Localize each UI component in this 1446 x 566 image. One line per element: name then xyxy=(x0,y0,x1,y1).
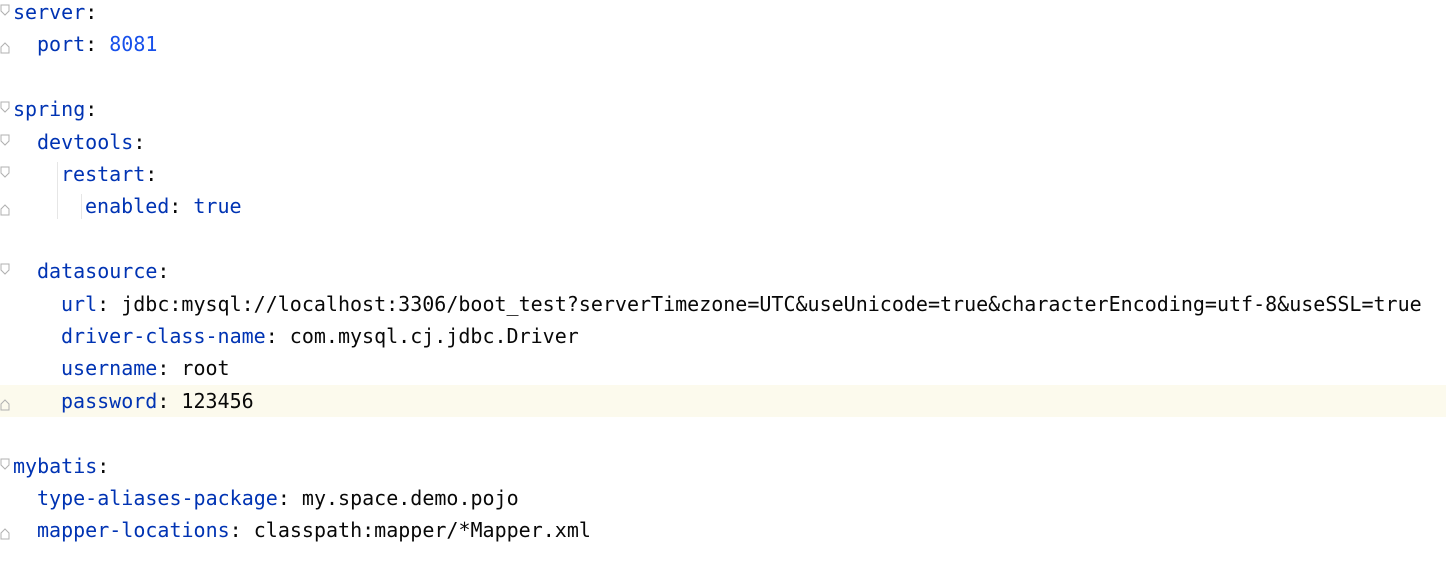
yaml-key: password xyxy=(61,388,158,413)
yaml-colon: : xyxy=(133,129,146,154)
yaml-key: url xyxy=(61,291,98,316)
yaml-key: mybatis xyxy=(13,453,98,478)
code-text: url: jdbc:mysql://localhost:3306/boot_te… xyxy=(61,288,1422,320)
code-line[interactable]: server: xyxy=(0,0,1446,28)
fold-start-icon[interactable] xyxy=(0,101,10,113)
code-text: password: 123456 xyxy=(61,385,254,417)
yaml-value: jdbc:mysql://localhost:3306/boot_test?se… xyxy=(121,291,1422,316)
yaml-key: driver-class-name xyxy=(61,324,266,348)
yaml-value: 8081 xyxy=(109,32,158,57)
yaml-colon: : xyxy=(85,32,98,57)
yaml-key: username xyxy=(61,356,158,381)
yaml-code-editor[interactable]: server: port: 8081 spring: devtools: restart… xyxy=(0,0,1446,566)
code-text: restart: xyxy=(61,158,157,190)
current-line[interactable]: password: 123456 xyxy=(0,384,1446,417)
code-text: enabled: true xyxy=(85,190,242,222)
code-text: port: 8081 xyxy=(37,28,157,60)
code-text: devtools: xyxy=(37,126,145,158)
yaml-colon: : xyxy=(265,324,278,348)
yaml-key: port xyxy=(37,32,86,57)
yaml-key: datasource xyxy=(37,259,158,284)
yaml-key: server xyxy=(13,0,86,24)
code-line[interactable] xyxy=(0,417,1446,449)
code-line[interactable]: devtools: xyxy=(0,126,1446,158)
code-text: server: xyxy=(13,0,97,28)
yaml-colon: : xyxy=(85,0,98,24)
yaml-colon: : xyxy=(97,453,110,478)
yaml-key: devtools xyxy=(37,129,134,154)
yaml-colon: : xyxy=(157,356,170,381)
yaml-value: com.mysql.cj.jdbc.Driver xyxy=(289,324,579,348)
yaml-value: root xyxy=(181,356,230,381)
code-line[interactable] xyxy=(0,61,1446,93)
fold-start-icon[interactable] xyxy=(0,4,10,16)
code-line[interactable]: driver-class-name: com.mysql.cj.jdbc.Dri… xyxy=(0,320,1446,352)
fold-start-icon[interactable] xyxy=(0,166,10,178)
code-text: mapper-locations: classpath:mapper/*Mapp… xyxy=(37,514,591,546)
indent-guide xyxy=(81,194,82,219)
code-line[interactable]: datasource: xyxy=(0,255,1446,287)
yaml-colon: : xyxy=(169,194,182,219)
code-text: mybatis: xyxy=(13,450,109,482)
code-line[interactable] xyxy=(0,223,1446,255)
yaml-value: 123456 xyxy=(181,388,254,413)
code-text: datasource: xyxy=(37,255,169,287)
code-line[interactable]: enabled: true xyxy=(0,190,1446,222)
fold-start-icon[interactable] xyxy=(0,458,10,470)
code-line[interactable]: url: jdbc:mysql://localhost:3306/boot_te… xyxy=(0,288,1446,320)
fold-end-icon[interactable] xyxy=(0,528,10,540)
code-line[interactable]: mybatis: xyxy=(0,450,1446,482)
code-line[interactable]: restart: xyxy=(0,158,1446,190)
fold-start-icon[interactable] xyxy=(0,134,10,146)
yaml-key: mapper-locations xyxy=(37,518,230,543)
yaml-colon: : xyxy=(85,97,98,122)
code-line[interactable]: username: root xyxy=(0,352,1446,384)
code-text: username: root xyxy=(61,352,230,384)
yaml-key: type-aliases-package xyxy=(37,486,278,510)
fold-end-icon[interactable] xyxy=(0,42,10,54)
code-text: type-aliases-package: my.space.demo.pojo xyxy=(37,482,519,514)
fold-end-icon[interactable] xyxy=(0,399,10,411)
yaml-key: restart xyxy=(61,162,146,186)
yaml-colon: : xyxy=(157,388,170,413)
fold-start-icon[interactable] xyxy=(0,263,10,275)
yaml-colon: : xyxy=(229,518,242,543)
code-line[interactable]: type-aliases-package: my.space.demo.pojo xyxy=(0,482,1446,514)
yaml-colon: : xyxy=(157,259,170,284)
fold-end-icon[interactable] xyxy=(0,204,10,216)
yaml-key: spring xyxy=(13,97,86,122)
yaml-colon: : xyxy=(97,291,110,316)
code-text: spring: xyxy=(13,93,97,125)
yaml-value: classpath:mapper/*Mapper.xml xyxy=(253,518,591,543)
yaml-value: true xyxy=(193,194,242,219)
yaml-colon: : xyxy=(145,162,158,186)
code-line[interactable]: spring: xyxy=(0,93,1446,125)
yaml-value: my.space.demo.pojo xyxy=(301,486,519,510)
yaml-key: enabled xyxy=(85,194,170,219)
indent-guide xyxy=(57,162,58,219)
code-text: driver-class-name: com.mysql.cj.jdbc.Dri… xyxy=(61,320,579,352)
yaml-colon: : xyxy=(277,486,290,510)
code-line[interactable]: port: 8081 xyxy=(0,28,1446,60)
code-line[interactable]: mapper-locations: classpath:mapper/*Mapp… xyxy=(0,514,1446,546)
